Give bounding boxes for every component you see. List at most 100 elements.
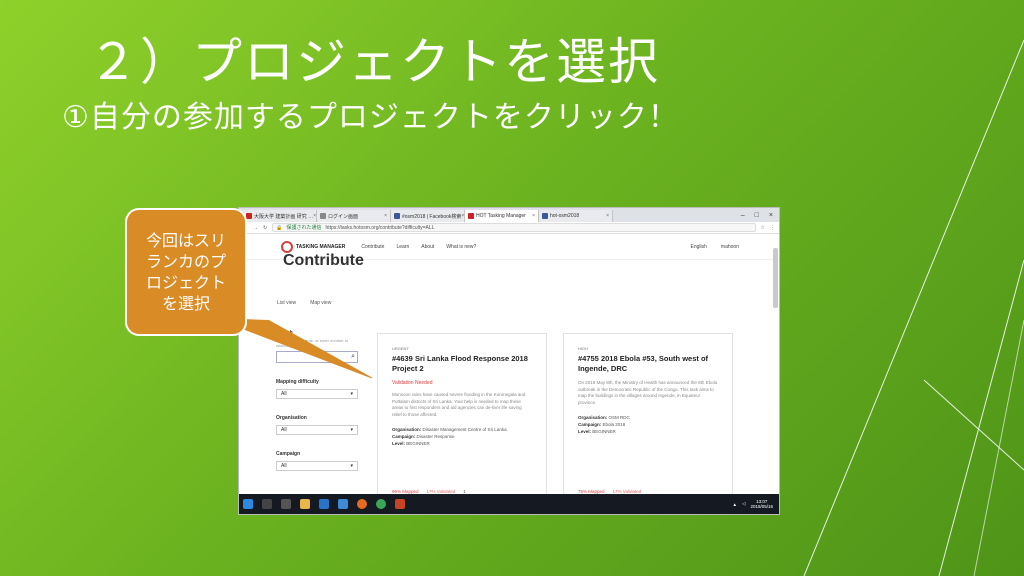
view-tabs: List view Map view bbox=[277, 300, 331, 306]
favicon-icon bbox=[542, 213, 548, 219]
select-value: All bbox=[281, 463, 287, 469]
dropdown-icon: ▾ bbox=[350, 391, 353, 397]
language-select[interactable]: English bbox=[691, 244, 707, 250]
search-icon[interactable]: ⌕ bbox=[351, 353, 355, 361]
difficulty-select[interactable]: All ▾ bbox=[276, 389, 358, 399]
favicon-icon bbox=[394, 213, 400, 219]
search-label: Search bbox=[276, 330, 293, 336]
page-heading: Contribute bbox=[283, 252, 364, 269]
difficulty-label: Mapping difficulty bbox=[276, 379, 319, 385]
tab-map-view[interactable]: Map view bbox=[310, 300, 331, 306]
nav-whats-new[interactable]: What is new? bbox=[446, 244, 476, 250]
network-icon[interactable]: ▲ bbox=[733, 502, 737, 507]
browser-screenshot: 大阪大学 建築計画 研究 … × ログイン画面 × #osm2018 | Faceb… bbox=[238, 207, 780, 515]
window-controls: – □ × bbox=[735, 212, 779, 219]
user-menu[interactable]: mahoon bbox=[721, 244, 739, 250]
address-bar: ← → ↻ 🔒 保護された通信 https://tasks.hotosm.org… bbox=[239, 222, 779, 234]
project-description: On 2018 May 8th, the Ministry of Health … bbox=[578, 380, 718, 405]
project-description: Monsoon rains have caused severe floodin… bbox=[392, 392, 526, 417]
project-meta: Organisation: Disaster Management Centre… bbox=[392, 427, 507, 446]
slide-title: ２）プロジェクトを選択 bbox=[88, 33, 660, 91]
project-title[interactable]: #4755 2018 Ebola #53, South west of Inge… bbox=[578, 354, 718, 374]
logo-text: TASKING MANAGER bbox=[296, 243, 346, 250]
search-hint: Search project name, or enter number to … bbox=[276, 338, 349, 348]
store-icon[interactable] bbox=[338, 499, 348, 509]
clock-date: 2018/05/16 bbox=[750, 504, 773, 509]
dropdown-icon: ▾ bbox=[350, 463, 353, 469]
forward-icon[interactable]: → bbox=[253, 225, 258, 231]
tab-label: hot-osm2018 bbox=[550, 213, 580, 219]
project-meta: Organisation: OSM RDC Campaign: Ebola 20… bbox=[578, 415, 630, 434]
project-title[interactable]: #4639 Sri Lanka Flood Response 2018 Proj… bbox=[392, 354, 532, 374]
priority-tag: HIGH bbox=[578, 346, 588, 351]
task-view-icon[interactable] bbox=[281, 499, 291, 509]
campaign-select[interactable]: All ▾ bbox=[276, 461, 358, 471]
close-icon[interactable]: × bbox=[606, 213, 609, 219]
close-icon[interactable]: × bbox=[461, 213, 464, 219]
dropdown-icon: ▾ bbox=[350, 427, 353, 433]
project-campaign: Disaster Response bbox=[416, 434, 455, 439]
browser-tab[interactable]: #osm2018 | Facebook検索 × bbox=[391, 210, 465, 222]
powerpoint-icon[interactable] bbox=[395, 499, 405, 509]
volume-icon[interactable]: ◁ bbox=[742, 501, 745, 507]
nav-contribute[interactable]: Contribute bbox=[361, 244, 384, 250]
edge-icon[interactable] bbox=[319, 499, 329, 509]
project-organisation: OSM RDC bbox=[608, 415, 630, 420]
project-card-sri-lanka[interactable]: URGENT #4639 Sri Lanka Flood Response 20… bbox=[377, 333, 547, 503]
lock-icon: 🔒 bbox=[276, 224, 283, 231]
firefox-icon[interactable] bbox=[357, 499, 367, 509]
maximize-button[interactable]: □ bbox=[755, 212, 759, 219]
windows-icon[interactable] bbox=[243, 499, 253, 509]
explorer-icon[interactable] bbox=[300, 499, 310, 509]
tab-label: 大阪大学 建築計画 研究 … bbox=[254, 213, 314, 220]
search-input[interactable]: ⌕ bbox=[276, 351, 358, 363]
filter-sidebar: Search Search project name, or enter num… bbox=[276, 328, 360, 471]
callout-box: 今回はスリ ランカのプ ロジェクト を選択 bbox=[125, 208, 247, 336]
browser-tab[interactable]: 大阪大学 建築計画 研究 … × bbox=[243, 210, 317, 222]
windows-taskbar: ▲ ◁ 13:07 2018/05/16 bbox=[239, 494, 779, 514]
decorative-lines bbox=[803, 39, 1024, 576]
project-campaign: Ebola 2018 bbox=[602, 422, 626, 427]
nav-about[interactable]: About bbox=[421, 244, 434, 250]
organisation-label: Organisation bbox=[276, 415, 307, 421]
tab-label: HOT Tasking Manager bbox=[476, 213, 526, 219]
browser-tab[interactable]: hot-osm2018 × bbox=[539, 210, 613, 222]
url-text: https://tasks.hotosm.org/contribute?diff… bbox=[325, 224, 435, 231]
project-card-ebola[interactable]: HIGH #4755 2018 Ebola #53, South west of… bbox=[563, 333, 733, 503]
nav-right: English mahoon bbox=[691, 244, 779, 250]
priority-tag: URGENT bbox=[392, 346, 409, 351]
organisation-select[interactable]: All ▾ bbox=[276, 425, 358, 435]
close-window-button[interactable]: × bbox=[769, 212, 773, 219]
scrollbar[interactable] bbox=[773, 248, 778, 308]
site-logo[interactable]: TASKING MANAGER bbox=[281, 240, 346, 253]
project-level: BEGINNER bbox=[406, 441, 430, 446]
close-icon[interactable]: × bbox=[313, 213, 316, 219]
system-tray: ▲ ◁ 13:07 2018/05/16 bbox=[733, 499, 779, 510]
reload-icon[interactable]: ↻ bbox=[263, 225, 267, 231]
chrome-icon[interactable] bbox=[376, 499, 386, 509]
close-icon[interactable]: × bbox=[532, 213, 535, 219]
star-icon[interactable]: ☆ bbox=[761, 225, 765, 231]
favicon-icon bbox=[246, 213, 252, 219]
url-field[interactable]: 🔒 保護された通信 https://tasks.hotosm.org/contr… bbox=[272, 223, 756, 232]
slide-subtitle: ①自分の参加するプロジェクトをクリック！ bbox=[62, 100, 679, 135]
select-value: All bbox=[281, 391, 287, 397]
project-organisation: Disaster Management Centre of Sri Lanka bbox=[422, 427, 507, 432]
tab-list-view[interactable]: List view bbox=[277, 300, 296, 306]
project-status: Validation Needed bbox=[392, 380, 433, 386]
nav-learn[interactable]: Learn bbox=[396, 244, 409, 250]
browser-tab-active[interactable]: HOT Tasking Manager × bbox=[465, 210, 539, 222]
tab-label: ログイン画面 bbox=[328, 213, 359, 220]
secure-label: 保護された通信 bbox=[286, 225, 322, 231]
clock[interactable]: 13:07 2018/05/16 bbox=[750, 499, 773, 510]
minimize-button[interactable]: – bbox=[741, 212, 745, 219]
browser-tab[interactable]: ログイン画面 × bbox=[317, 210, 391, 222]
tab-label: #osm2018 | Facebook検索 bbox=[402, 213, 462, 220]
favicon-icon bbox=[320, 213, 326, 219]
browser-tabbar: 大阪大学 建築計画 研究 … × ログイン画面 × #osm2018 | Faceb… bbox=[239, 208, 779, 222]
select-value: All bbox=[281, 427, 287, 433]
menu-icon[interactable]: ⋮ bbox=[770, 225, 775, 231]
search-icon[interactable] bbox=[262, 499, 272, 509]
close-icon[interactable]: × bbox=[384, 213, 387, 219]
campaign-label: Campaign bbox=[276, 451, 301, 457]
